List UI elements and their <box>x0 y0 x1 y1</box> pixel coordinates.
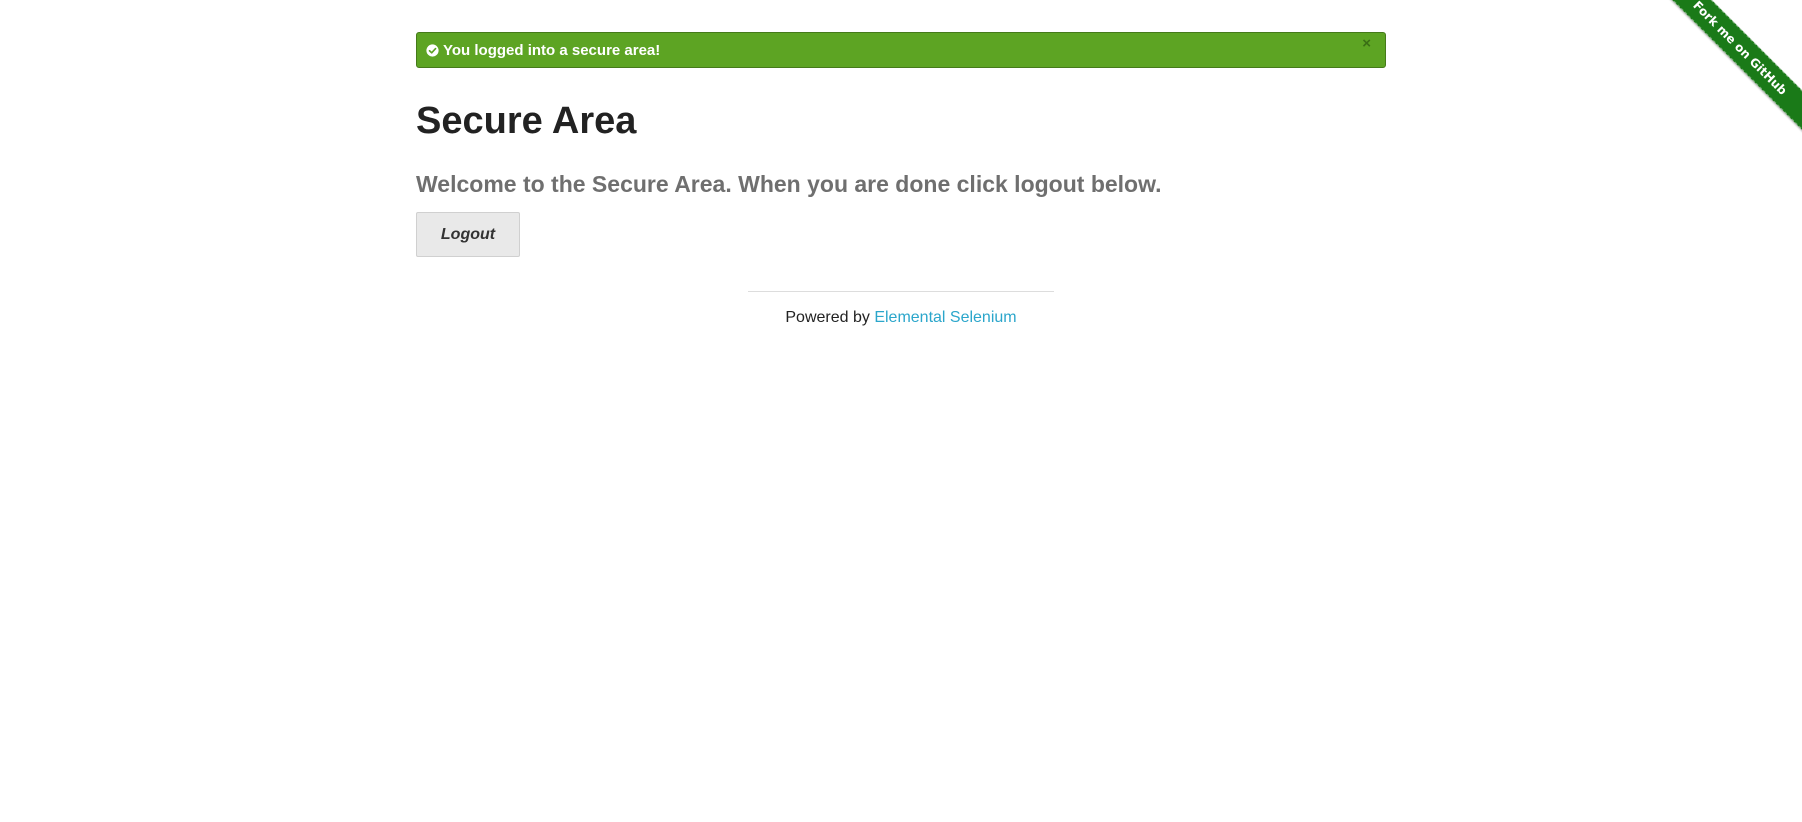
logout-button-label: Logout <box>440 225 496 243</box>
elemental-selenium-link[interactable]: Elemental Selenium <box>874 309 1016 326</box>
footer: Powered by Elemental Selenium <box>748 291 1054 327</box>
github-ribbon-wrapper: Fork me on GitHub <box>1662 0 1802 140</box>
flash-message-text: You logged into a secure area! <box>443 41 661 59</box>
page: You logged into a secure area! × Secure … <box>0 0 1802 822</box>
footer-powered-by-text: Powered by <box>785 309 875 326</box>
check-circle-icon <box>426 43 439 57</box>
page-title: Secure Area <box>416 100 637 142</box>
logout-button[interactable]: Logout <box>416 212 520 257</box>
page-subheader: Welcome to the Secure Area. When you are… <box>416 171 1162 197</box>
content-container: You logged into a secure area! × Secure … <box>416 32 1386 257</box>
fork-me-on-github-ribbon[interactable]: Fork me on GitHub <box>1662 0 1802 140</box>
flash-success-message: You logged into a secure area! × <box>416 32 1386 68</box>
close-icon[interactable]: × <box>1362 36 1371 51</box>
